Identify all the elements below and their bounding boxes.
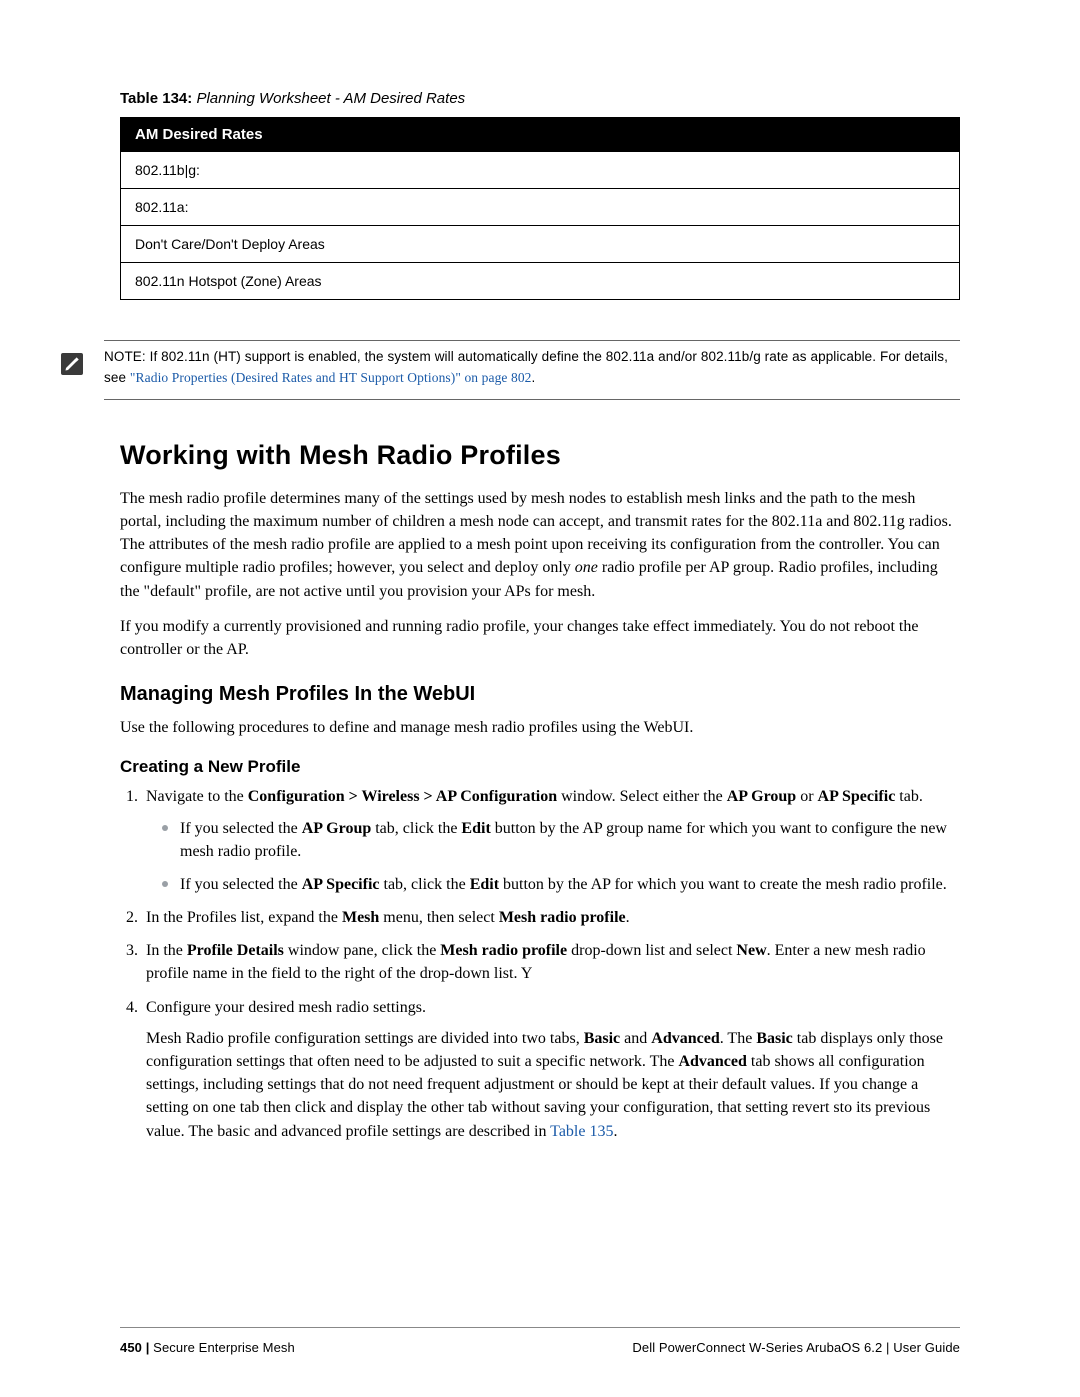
text: . <box>613 1123 617 1140</box>
radio-properties-link[interactable]: "Radio Properties (Desired Rates and HT … <box>130 370 532 385</box>
text-bold: Basic <box>756 1030 792 1047</box>
step-item: In the Profiles list, expand the Mesh me… <box>142 906 960 929</box>
note-text: NOTE: If 802.11n (HT) support is enabled… <box>104 340 960 400</box>
text-bold: Profile Details <box>187 942 284 959</box>
text-bold: New <box>736 942 766 959</box>
table-caption: Table 134: Planning Worksheet - AM Desir… <box>120 90 960 107</box>
text-bold: Edit <box>470 876 499 893</box>
text: tab, click the <box>371 820 461 837</box>
step-item: Navigate to the Configuration > Wireless… <box>142 785 960 896</box>
footer-right: Dell PowerConnect W-Series ArubaOS 6.2 |… <box>632 1340 960 1355</box>
text: In the <box>146 942 187 959</box>
section-heading: Working with Mesh Radio Profiles <box>120 440 960 471</box>
substep-item: If you selected the AP Specific tab, cli… <box>162 873 960 896</box>
table-row: 802.11n Hotspot (Zone) Areas <box>121 263 960 300</box>
table-cell: 802.11n Hotspot (Zone) Areas <box>121 263 960 300</box>
text-bold: AP Group <box>302 820 372 837</box>
table-cell: 802.11a: <box>121 189 960 226</box>
text: If you selected the <box>180 820 302 837</box>
step-extra-paragraph: Mesh Radio profile configuration setting… <box>146 1027 960 1143</box>
table-number: Table 134: <box>120 90 192 107</box>
text-bold: Configuration > Wireless > AP Configurat… <box>248 788 557 805</box>
note-pencil-icon <box>60 352 84 376</box>
text-italic: one <box>575 559 598 576</box>
note-suffix: . <box>532 370 536 385</box>
text-bold: AP Group <box>727 788 797 805</box>
text-bold: Edit <box>461 820 490 837</box>
table-cell: Don't Care/Don't Deploy Areas <box>121 226 960 263</box>
table-row: 802.11b|g: <box>121 152 960 189</box>
step-item: In the Profile Details window pane, clic… <box>142 939 960 985</box>
page-footer: 450 | Secure Enterprise Mesh Dell PowerC… <box>120 1327 960 1355</box>
text: . The <box>720 1030 757 1047</box>
substep-list: If you selected the AP Group tab, click … <box>146 817 960 897</box>
step-item: Configure your desired mesh radio settin… <box>142 996 960 1143</box>
text-bold: Advanced <box>678 1053 746 1070</box>
footer-left: 450 | Secure Enterprise Mesh <box>120 1340 295 1355</box>
table-135-link[interactable]: Table 135 <box>550 1123 613 1140</box>
text: In the Profiles list, expand the <box>146 909 342 926</box>
text: button by the AP for which you want to c… <box>499 876 947 893</box>
table-header: AM Desired Rates <box>121 118 960 152</box>
body-paragraph: The mesh radio profile determines many o… <box>120 487 960 603</box>
text: Mesh Radio profile configuration setting… <box>146 1030 584 1047</box>
text-bold: AP Specific <box>818 788 896 805</box>
table-row: Don't Care/Don't Deploy Areas <box>121 226 960 263</box>
text: Configure your desired mesh radio settin… <box>146 999 426 1016</box>
text: drop-down list and select <box>567 942 736 959</box>
note-block: NOTE: If 802.11n (HT) support is enabled… <box>60 340 960 400</box>
text-bold: Basic <box>584 1030 620 1047</box>
text-bold: Mesh radio profile <box>499 909 626 926</box>
text: or <box>796 788 817 805</box>
table-cell: 802.11b|g: <box>121 152 960 189</box>
table-title: Planning Worksheet - AM Desired Rates <box>196 90 465 107</box>
subsubsection-heading: Creating a New Profile <box>120 757 960 777</box>
text: tab. <box>895 788 923 805</box>
text-bold: Advanced <box>651 1030 719 1047</box>
body-paragraph: If you modify a currently provisioned an… <box>120 615 960 661</box>
subsection-heading: Managing Mesh Profiles In the WebUI <box>120 683 960 706</box>
substep-item: If you selected the AP Group tab, click … <box>162 817 960 863</box>
page-number: 450 <box>120 1340 142 1355</box>
text-bold: Mesh <box>342 909 379 926</box>
text: Navigate to the <box>146 788 248 805</box>
text: If you selected the <box>180 876 302 893</box>
text: tab, click the <box>380 876 470 893</box>
procedure-steps: Navigate to the Configuration > Wireless… <box>120 785 960 1142</box>
text: and <box>620 1030 651 1047</box>
text: . <box>626 909 630 926</box>
text-bold: AP Specific <box>302 876 380 893</box>
table-row: 802.11a: <box>121 189 960 226</box>
page-content: Table 134: Planning Worksheet - AM Desir… <box>0 0 1080 1397</box>
text-bold: Mesh radio profile <box>440 942 567 959</box>
footer-left-text: Secure Enterprise Mesh <box>153 1340 295 1355</box>
planning-worksheet-table: AM Desired Rates 802.11b|g: 802.11a: Don… <box>120 117 960 300</box>
text: window. Select either the <box>557 788 727 805</box>
text: menu, then select <box>379 909 499 926</box>
text: window pane, click the <box>284 942 440 959</box>
body-paragraph: Use the following procedures to define a… <box>120 716 960 739</box>
